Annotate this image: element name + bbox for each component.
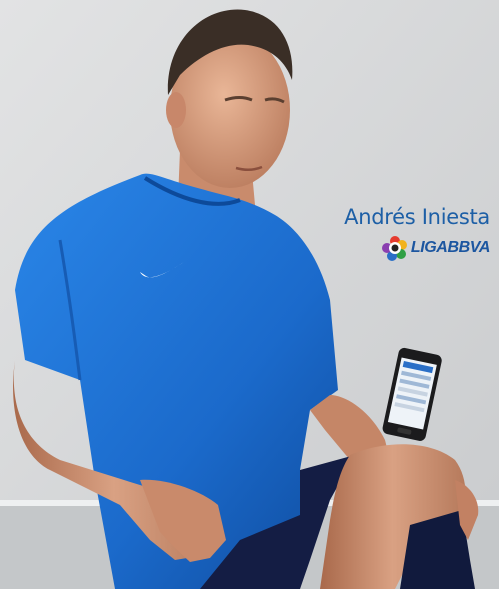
player-name: Andrés Iniesta: [344, 205, 490, 229]
liga-bbva-logo-icon: [381, 236, 407, 261]
league-row: LIGABBVA: [381, 235, 491, 261]
photo-scene: [0, 0, 499, 589]
ear: [166, 92, 186, 128]
league-name: LIGABBVA: [410, 239, 491, 256]
caption-block: Andrés Iniesta LIGABBVA: [340, 205, 490, 261]
